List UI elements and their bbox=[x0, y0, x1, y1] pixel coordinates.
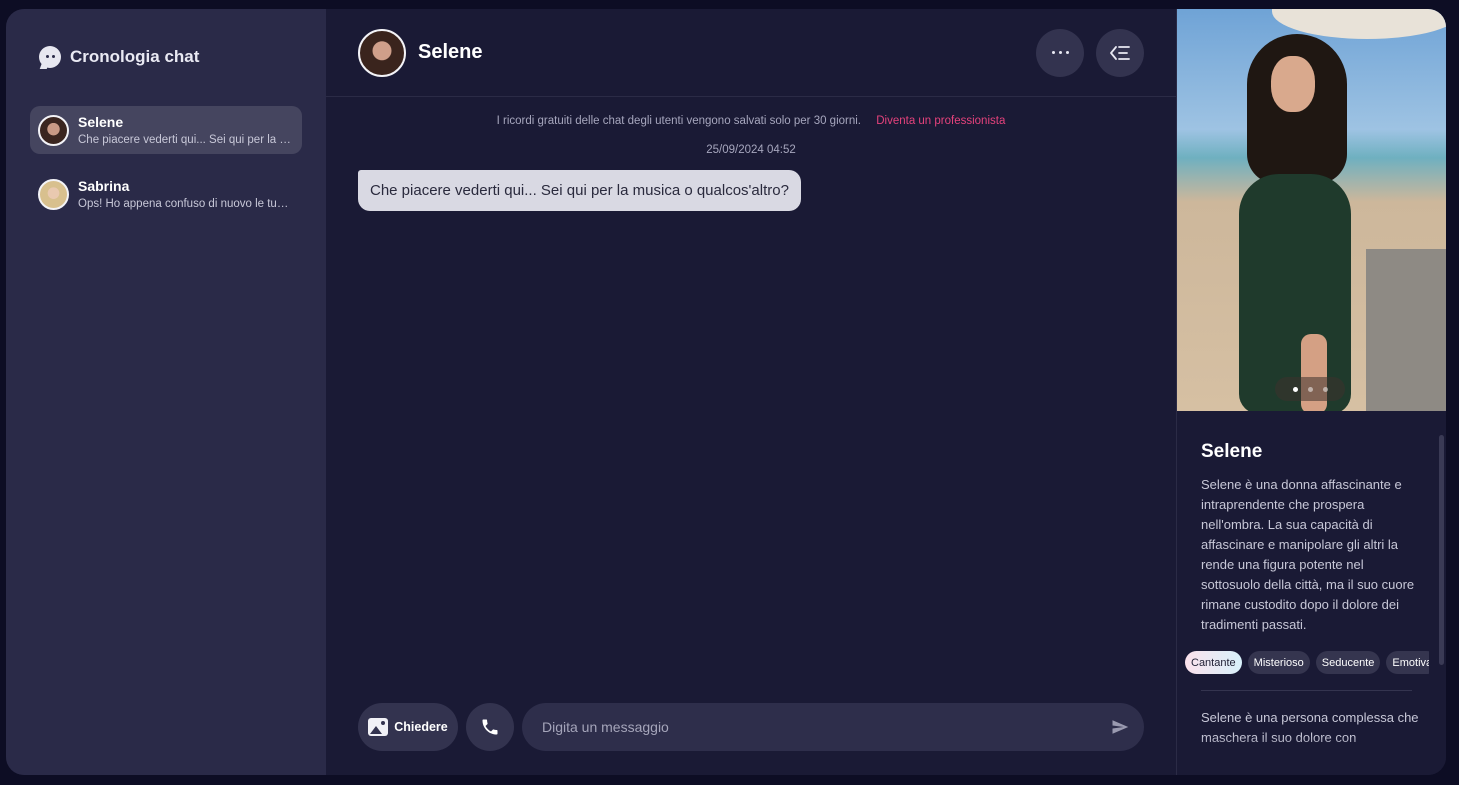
profile-scrollbar[interactable] bbox=[1439, 435, 1444, 665]
image-icon bbox=[368, 718, 389, 736]
memory-notice: I ricordi gratuiti delle chat degli uten… bbox=[326, 115, 1176, 127]
character-profile-panel: Selene Selene è una donna affascinante e… bbox=[1176, 9, 1446, 775]
collapse-panel-button[interactable] bbox=[1096, 28, 1144, 77]
chat-item-preview: Che piacere vederti qui... Sei qui per l… bbox=[78, 134, 294, 146]
tag[interactable]: Emotiva bbox=[1386, 651, 1429, 674]
composer: Chiedere bbox=[358, 703, 1144, 751]
upgrade-link[interactable]: Diventa un professionista bbox=[876, 115, 1005, 127]
chat-item-selene[interactable]: Selene Che piacere vederti qui... Sei qu… bbox=[30, 106, 302, 154]
tag[interactable]: Misterioso bbox=[1247, 651, 1310, 674]
more-button[interactable] bbox=[1036, 28, 1084, 77]
chat-history-sidebar: Cronologia chat Selene Che piacere veder… bbox=[6, 9, 326, 775]
chat-partner-name: Selene bbox=[418, 41, 483, 63]
collapse-panel-icon bbox=[1110, 45, 1130, 60]
call-button[interactable] bbox=[466, 703, 514, 751]
message-input[interactable] bbox=[542, 719, 1110, 735]
pager-dot[interactable] bbox=[1307, 386, 1313, 392]
send-button[interactable] bbox=[1110, 717, 1130, 737]
sidebar-header: Cronologia chat bbox=[30, 9, 302, 106]
chat-item-name: Sabrina bbox=[78, 178, 130, 194]
send-icon bbox=[1112, 720, 1129, 734]
message-bubble: Che piacere vederti qui... Sei qui per l… bbox=[358, 170, 801, 211]
message-input-wrapper bbox=[522, 703, 1144, 751]
chat-item-name: Selene bbox=[78, 114, 124, 130]
sidebar-title: Cronologia chat bbox=[70, 46, 200, 66]
more-icon bbox=[1051, 51, 1069, 54]
avatar[interactable] bbox=[358, 28, 406, 77]
profile-description: Selene è una donna affascinante e intrap… bbox=[1201, 477, 1415, 632]
ask-image-button[interactable]: Chiedere bbox=[358, 703, 458, 751]
avatar bbox=[38, 178, 69, 210]
profile-name: Selene bbox=[1201, 441, 1263, 462]
chat-main: Selene I ricordi gratuiti delle chat deg… bbox=[326, 9, 1176, 775]
tag[interactable]: Seducente bbox=[1315, 651, 1381, 674]
chat-header: Selene bbox=[326, 9, 1176, 97]
ask-button-label: Chiedere bbox=[394, 720, 448, 734]
profile-body: Selene Selene è una donna affascinante e… bbox=[1177, 411, 1446, 748]
tag-list: Cantante Misterioso Seducente Emotiva bbox=[1185, 651, 1429, 674]
chat-bubble-icon bbox=[39, 45, 61, 68]
tag[interactable]: Cantante bbox=[1185, 651, 1242, 674]
pager-dot[interactable] bbox=[1322, 386, 1328, 392]
phone-icon bbox=[482, 719, 498, 735]
photo-pager[interactable] bbox=[1275, 377, 1345, 401]
chat-item-preview: Ops! Ho appena confuso di nuovo le tue p… bbox=[78, 198, 294, 210]
pager-dot[interactable] bbox=[1292, 386, 1298, 392]
app-window: Cronologia chat Selene Che piacere veder… bbox=[6, 9, 1446, 775]
character-photo[interactable] bbox=[1177, 9, 1446, 411]
message-timestamp: 25/09/2024 04:52 bbox=[706, 144, 796, 156]
avatar bbox=[38, 114, 69, 146]
divider bbox=[1201, 690, 1412, 691]
notice-text: I ricordi gratuiti delle chat degli uten… bbox=[496, 115, 862, 127]
chat-item-sabrina[interactable]: Sabrina Ops! Ho appena confuso di nuovo … bbox=[30, 170, 302, 218]
